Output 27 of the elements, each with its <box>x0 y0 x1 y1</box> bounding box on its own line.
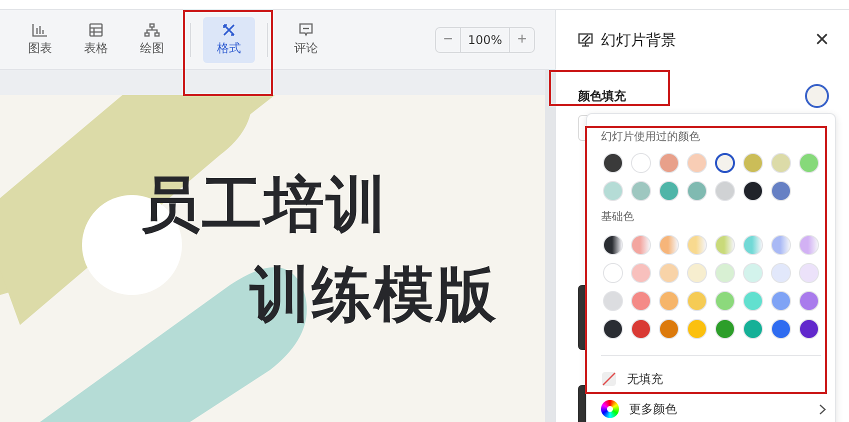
slide-subtitle: 训练模版 <box>250 259 498 332</box>
color-swatch[interactable] <box>715 153 735 173</box>
toolbar-button[interactable]: 绘图 <box>126 16 178 62</box>
base-colors-title: 基础色 <box>601 209 635 225</box>
zoom-value: 100% <box>460 28 510 52</box>
no-fill-icon <box>601 371 617 387</box>
monitor-icon <box>578 33 593 47</box>
more-colors-option[interactable]: 更多颜色 <box>601 394 826 422</box>
chevron-right-icon <box>819 404 826 414</box>
toolbar-button[interactable]: 格式 <box>203 16 255 62</box>
fill-color-swatch[interactable] <box>805 84 829 108</box>
bar-chart-icon <box>32 22 48 36</box>
fill-label: 颜色填充 <box>578 88 626 104</box>
close-button[interactable]: × <box>814 28 829 52</box>
used-colors-title: 幻灯片使用过的颜色 <box>601 129 701 145</box>
color-wheel-icon <box>601 400 619 418</box>
comment-icon <box>299 22 313 36</box>
toolbar-button[interactable]: 评论 <box>280 16 332 62</box>
toolbar-button[interactable]: 图表 <box>14 16 66 62</box>
pencil-ruler-icon <box>222 22 236 36</box>
scrollbar[interactable] <box>545 70 555 422</box>
toolbar-button[interactable]: 表格 <box>70 16 122 62</box>
hierarchy-icon <box>144 22 160 36</box>
no-fill-option[interactable]: 无填充 <box>601 364 826 394</box>
table-icon <box>89 22 103 36</box>
panel-title: 幻灯片背景 <box>601 30 677 50</box>
slide-title: 员工培训 <box>140 169 388 242</box>
